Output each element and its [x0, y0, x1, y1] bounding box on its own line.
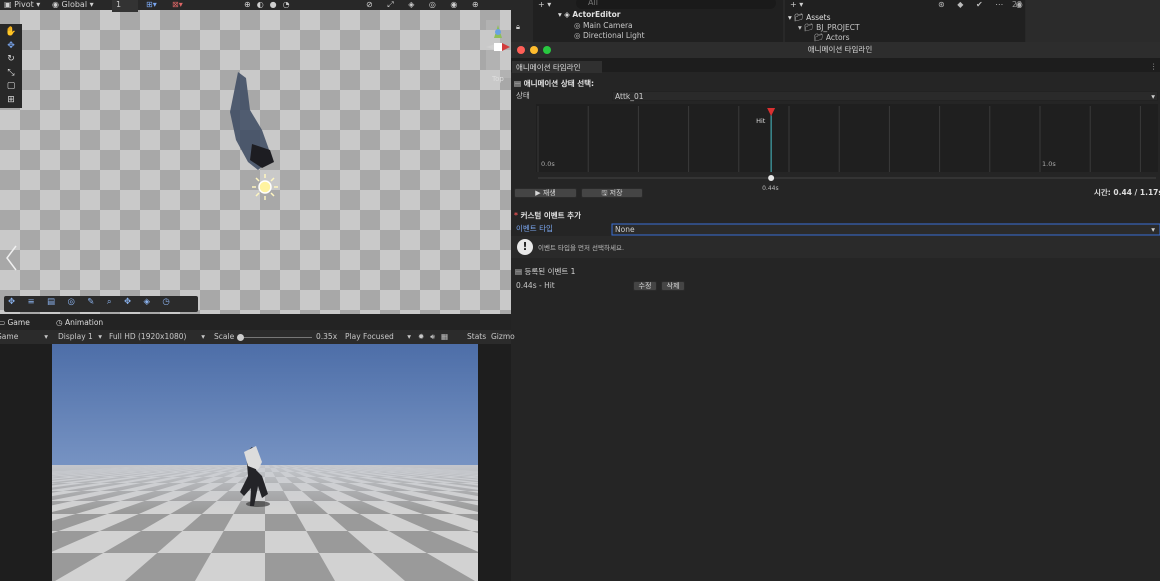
- tick-end: 1.0s: [1042, 160, 1056, 168]
- tab-game[interactable]: ▭ Game: [0, 318, 30, 328]
- hierarchy-add-button[interactable]: + ▾: [538, 0, 551, 12]
- event-type-label: 이벤트 타입: [516, 224, 553, 233]
- scene-name: ActorEditor: [572, 10, 621, 19]
- snap-icon[interactable]: ⊠▾: [172, 0, 183, 12]
- custom-event-title: * 커스텀 이벤트 추가: [514, 211, 581, 221]
- timeline-track-area: [536, 104, 1158, 172]
- state-section-title: ▤ 애니메이션 상태 선택:: [514, 79, 595, 88]
- display-dropdown[interactable]: Display 1 ▾: [58, 332, 102, 342]
- project-assets-root[interactable]: ▾ 📁︎ Assets: [788, 13, 830, 23]
- play-mode-label: Play Focused: [345, 332, 394, 341]
- pivot-label: Pivot: [14, 0, 34, 9]
- tab-game-label: Game: [7, 318, 30, 327]
- registered-events-title: ▤ 등록된 이벤트 1: [515, 267, 576, 276]
- play-button[interactable]: ▶ 재생: [514, 188, 577, 198]
- chevron-down-icon: ▾: [1151, 225, 1155, 234]
- save-button-label: 저장: [609, 189, 623, 197]
- registered-event-item: 0.44s - Hit: [516, 281, 555, 290]
- assets-label: Assets: [806, 13, 831, 22]
- pivot-dropdown[interactable]: ▣ Pivot ▾: [4, 0, 40, 12]
- display-label: Display 1: [58, 332, 93, 341]
- tab-animation[interactable]: ◷ Animation: [56, 318, 103, 328]
- chevron-down-icon: ▾: [98, 332, 102, 341]
- custom-event-title-label: 커스텀 이벤트 추가: [520, 211, 581, 220]
- game-mode-dropdown[interactable]: Game ▾: [0, 332, 48, 342]
- chevron-down-icon: ▾: [201, 332, 205, 341]
- tick-start: 0.0s: [541, 160, 555, 168]
- effects-icons[interactable]: ⊘ ⤢ ◈ ◎ ◉ ⊕: [366, 0, 485, 12]
- tab-animation-label: Animation: [64, 318, 104, 327]
- maximize-icon[interactable]: [543, 46, 551, 54]
- rotate-tool-icon[interactable]: ↻: [3, 53, 19, 67]
- scale-label: Scale: [214, 332, 235, 341]
- scale-value: 0.35x: [316, 332, 338, 341]
- event-type-dropdown[interactable]: None ▾: [613, 225, 1157, 234]
- state-label: 상태: [516, 91, 530, 100]
- play-mode-dropdown[interactable]: Play Focused ▾: [345, 332, 411, 342]
- hierarchy-item-main-camera[interactable]: ◎ Main Camera: [574, 21, 633, 31]
- save-icon: 🖫︎: [601, 189, 608, 197]
- stats-button[interactable]: Stats: [467, 332, 486, 342]
- chevron-down-icon: ▾: [1151, 92, 1155, 101]
- registered-events-label: 등록된 이벤트 1: [524, 267, 576, 276]
- resolution-label: Full HD (1920x1080): [109, 332, 187, 341]
- chevron-down-icon: ▾: [407, 332, 411, 341]
- window-traffic-lights: [517, 46, 551, 54]
- scale-slider[interactable]: [237, 334, 312, 341]
- edit-event-button[interactable]: 수정: [633, 281, 657, 291]
- state-dropdown[interactable]: Attk_01 ▾: [612, 91, 1158, 101]
- delete-event-button[interactable]: 삭제: [661, 281, 685, 291]
- directional-light-label: Directional Light: [582, 31, 645, 40]
- grid-icon[interactable]: ⊞▾: [146, 0, 157, 12]
- scene-orientation-gizmo: [486, 20, 511, 78]
- scale-slider-handle[interactable]: [237, 334, 244, 341]
- info-icon: !: [517, 239, 533, 255]
- lock-icon[interactable]: 🔒︎: [516, 22, 520, 32]
- draw-mode-icons[interactable]: ⊕◐●◔: [244, 0, 296, 12]
- global-dropdown[interactable]: ◉ Global ▾: [52, 0, 94, 12]
- resolution-dropdown[interactable]: Full HD (1920x1080) ▾: [109, 332, 205, 342]
- hierarchy-item-directional-light[interactable]: ◎ Directional Light: [574, 31, 645, 41]
- scene-bottom-toolbar: ✥≡▤◎✎⌕✥◈◷: [8, 297, 183, 307]
- hit-marker-label: Hit: [756, 117, 766, 125]
- bj-project-label: BJ_PROJECT: [816, 23, 860, 32]
- transform-tool-icon[interactable]: ⊞: [3, 94, 19, 108]
- move-tool-icon[interactable]: ✥: [3, 40, 19, 54]
- scene-view-label: Top: [492, 75, 504, 83]
- tool-palette-icons: ✋ ✥ ↻ ⤡ ▢ ⊞: [3, 26, 19, 107]
- global-label: Global: [61, 0, 88, 9]
- rect-tool-icon[interactable]: ▢: [3, 80, 19, 94]
- scale-tool-icon[interactable]: ⤡: [3, 67, 19, 81]
- hand-tool-icon[interactable]: ✋: [3, 26, 19, 40]
- save-button[interactable]: 🖫︎ 저장: [581, 188, 643, 198]
- main-camera-label: Main Camera: [582, 21, 633, 30]
- project-add-button[interactable]: + ▾: [790, 0, 803, 12]
- project-folder-bj[interactable]: ▾ 📁︎ BJ_PROJECT: [798, 23, 860, 33]
- state-section-label: 애니메이션 상태 선택:: [523, 79, 595, 88]
- help-message: 이벤트 타입을 먼저 선택하세요.: [538, 244, 625, 252]
- timeline-scrub-handle[interactable]: [768, 175, 775, 181]
- game-view-icons[interactable]: ✹🔊︎▦: [418, 332, 454, 342]
- time-readout: 시간: 0.44 / 1.17s: [1094, 188, 1160, 197]
- project-item-count: 22: [1012, 0, 1023, 9]
- game-mode-label: Game: [0, 332, 19, 341]
- close-icon[interactable]: [517, 46, 525, 54]
- state-dropdown-value: Attk_01: [615, 92, 644, 101]
- window-tab[interactable]: 애니메이션 타임라인: [516, 63, 580, 73]
- asterisk-icon: *: [514, 211, 518, 220]
- event-type-value: None: [615, 225, 635, 234]
- gizmos-button[interactable]: Gizmo: [491, 332, 515, 342]
- window-title: 애니메이션 타임라인: [807, 45, 873, 54]
- project-folder-actors[interactable]: 📁︎ Actors: [814, 33, 850, 43]
- hierarchy-search[interactable]: All: [576, 0, 776, 9]
- chevron-down-icon: ▾: [44, 332, 48, 341]
- minimize-icon[interactable]: [530, 46, 538, 54]
- hierarchy-scene-root[interactable]: ▾ ◈ ActorEditor: [558, 10, 621, 20]
- window-menu-icon[interactable]: ⋮: [1150, 62, 1158, 72]
- grid-snap-field[interactable]: 1: [112, 0, 138, 12]
- actors-label: Actors: [825, 33, 850, 42]
- cursor-time-label: 0.44s: [762, 185, 779, 192]
